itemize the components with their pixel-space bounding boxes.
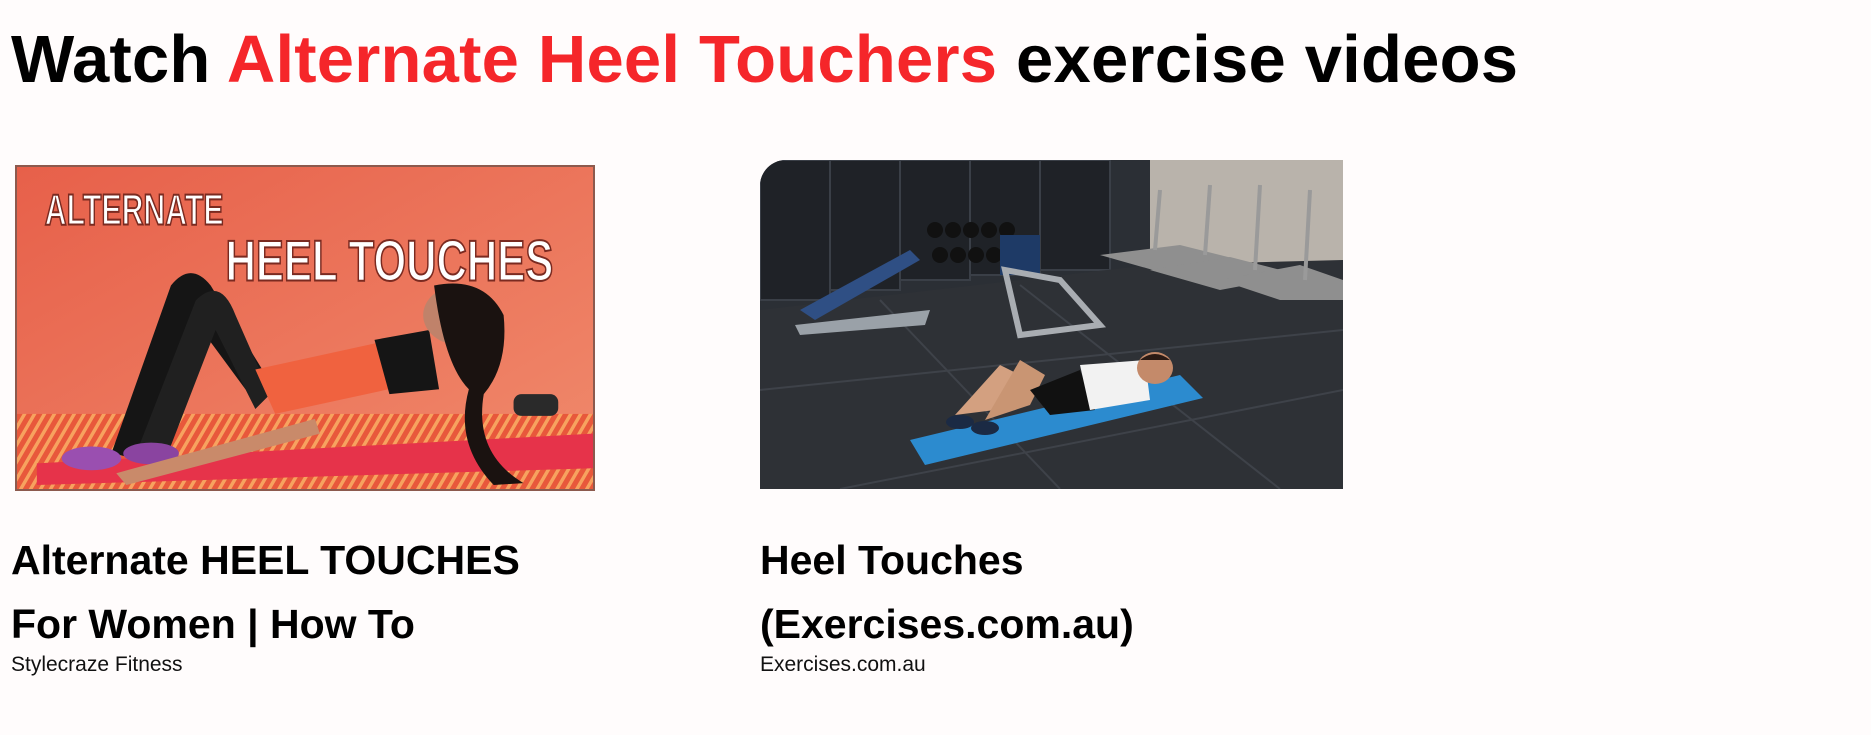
heading-exercise-name: Alternate Heel Touchers [226,22,998,97]
video-title[interactable]: Heel Touches (Exercises.com.au) [760,528,1380,656]
video-channel: Exercises.com.au [760,653,926,676]
video-card: ALTERNATE HEEL TOUCHES Alternate HEEL TO… [11,160,711,676]
thumbnail-text-line1: ALTERNATE [45,186,224,234]
page: Watch Alternate Heel Touchers exercise v… [0,0,1871,735]
video-title[interactable]: Alternate HEEL TOUCHES For Women | How To [11,528,631,656]
video-title-line1: Alternate HEEL TOUCHES [11,537,520,583]
video-thumbnail[interactable] [760,160,1343,489]
heading-suffix: exercise videos [1016,22,1519,97]
thumbnail-text-line2: HEEL TOUCHES [226,230,554,294]
video-channel: Stylecraze Fitness [11,653,183,676]
video-title-line2: (Exercises.com.au) [760,601,1134,647]
video-title-line1: Heel Touches [760,537,1024,583]
thumbnail-image-gym-heel-touches [760,160,1343,489]
page-heading: Watch Alternate Heel Touchers exercise v… [11,20,1518,100]
video-card: Heel Touches (Exercises.com.au) Exercises… [760,160,1460,676]
thumbnail-image-woman-heel-touches: ALTERNATE HEEL TOUCHES [17,167,593,489]
video-title-line2: For Women | How To [11,601,415,647]
video-thumbnail[interactable]: ALTERNATE HEEL TOUCHES [15,165,595,491]
heading-prefix: Watch [11,22,211,97]
